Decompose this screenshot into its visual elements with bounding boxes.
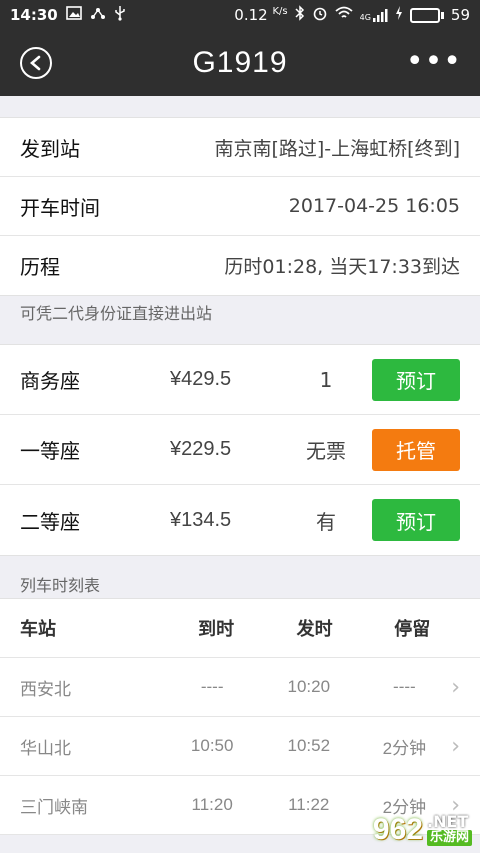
seat-row-second-class: 二等座 ¥134.5 有 预订	[0, 485, 480, 555]
stop-duration: ----	[393, 677, 416, 696]
station-name: 华山北	[20, 738, 71, 759]
station-name: 西安北	[20, 679, 71, 700]
col-depart: 发时	[296, 619, 333, 640]
col-station: 车站	[20, 619, 56, 640]
seat-row-business: 商务座 ¥429.5 1 预订	[0, 345, 480, 415]
alarm-icon	[312, 5, 328, 25]
schedule-header: 车站 到时 发时 停留	[0, 599, 480, 658]
seat-price: ¥429.5	[170, 368, 232, 390]
battery-icon	[409, 7, 444, 23]
wifi-icon	[335, 6, 353, 24]
seat-availability: 1	[319, 367, 333, 392]
watermark-cn: 乐游网	[426, 830, 472, 846]
seat-list: 商务座 ¥429.5 1 预订 一等座 ¥229.5 无票 托管 二等座 ¥13…	[0, 344, 480, 556]
charging-icon	[395, 6, 403, 24]
info-value: 历时01:28, 当天17:33到达	[224, 256, 460, 278]
battery-percent: 59	[450, 6, 470, 24]
watermark-net: .NET	[426, 812, 469, 831]
nav-bar: G1919 •••	[0, 30, 480, 96]
schedule-table: 车站 到时 发时 停留 西安北 ---- 10:20 ---- › 华山北 10…	[0, 598, 480, 835]
chevron-right-icon: ›	[451, 674, 460, 700]
network-speed: 0.12 K/s	[234, 6, 288, 24]
arrive-time: 11:20	[191, 795, 233, 814]
entrust-button[interactable]: 托管	[372, 428, 460, 471]
book-button[interactable]: 预订	[372, 358, 460, 401]
info-value: 南京南[路过]-上海虹桥[终到]	[214, 137, 460, 160]
signal-icon: 4G	[360, 8, 388, 22]
schedule-title: 列车时刻表	[20, 576, 101, 595]
arrive-time: ----	[200, 677, 224, 696]
status-bar: 14:30 0.12 K/s 4G 59	[0, 0, 480, 30]
seat-price: ¥229.5	[170, 438, 232, 460]
site-watermark: 962 .NET 乐游网	[373, 813, 472, 847]
info-label: 开车时间	[20, 195, 100, 220]
col-stop: 停留	[394, 619, 431, 640]
info-value: 2017-04-25 16:05	[288, 195, 460, 217]
depart-time: 11:22	[288, 795, 330, 814]
seat-name: 一等座	[20, 439, 80, 463]
id-card-notice: 可凭二代身份证直接进出站	[20, 304, 213, 323]
info-row-departure-time: 开车时间 2017-04-25 16:05	[0, 177, 480, 236]
station-name: 三门峡南	[20, 797, 88, 818]
info-row-stations: 发到站 南京南[路过]-上海虹桥[终到]	[0, 118, 480, 177]
usb-icon	[114, 5, 126, 25]
book-button[interactable]: 预订	[372, 499, 460, 541]
col-arrive: 到时	[198, 619, 235, 640]
image-icon	[65, 6, 82, 24]
chevron-right-icon: ›	[451, 733, 460, 759]
status-time: 14:30	[10, 6, 58, 24]
seat-availability: 无票	[306, 439, 346, 463]
info-label: 发到站	[20, 136, 80, 161]
seat-availability: 有	[316, 509, 336, 534]
stop-duration: 2分钟	[382, 738, 427, 758]
seat-name: 二等座	[20, 509, 80, 534]
seat-name: 商务座	[20, 369, 80, 393]
share-icon	[90, 6, 106, 24]
depart-time: 10:52	[287, 736, 331, 755]
table-row[interactable]: 西安北 ---- 10:20 ---- ›	[0, 658, 480, 717]
bluetooth-icon	[295, 5, 305, 25]
depart-time: 10:20	[287, 677, 331, 696]
info-label: 历程	[20, 255, 60, 279]
seat-price: ¥134.5	[170, 508, 232, 531]
more-icon[interactable]: •••	[406, 47, 462, 77]
train-info-card: 发到站 南京南[路过]-上海虹桥[终到] 开车时间 2017-04-25 16:…	[0, 117, 480, 296]
watermark-logo: 962	[372, 813, 423, 846]
arrive-time: 10:50	[190, 736, 234, 755]
info-row-duration: 历程 历时01:28, 当天17:33到达	[0, 236, 480, 295]
table-row[interactable]: 华山北 10:50 10:52 2分钟 ›	[0, 717, 480, 776]
seat-row-first-class: 一等座 ¥229.5 无票 托管	[0, 415, 480, 485]
